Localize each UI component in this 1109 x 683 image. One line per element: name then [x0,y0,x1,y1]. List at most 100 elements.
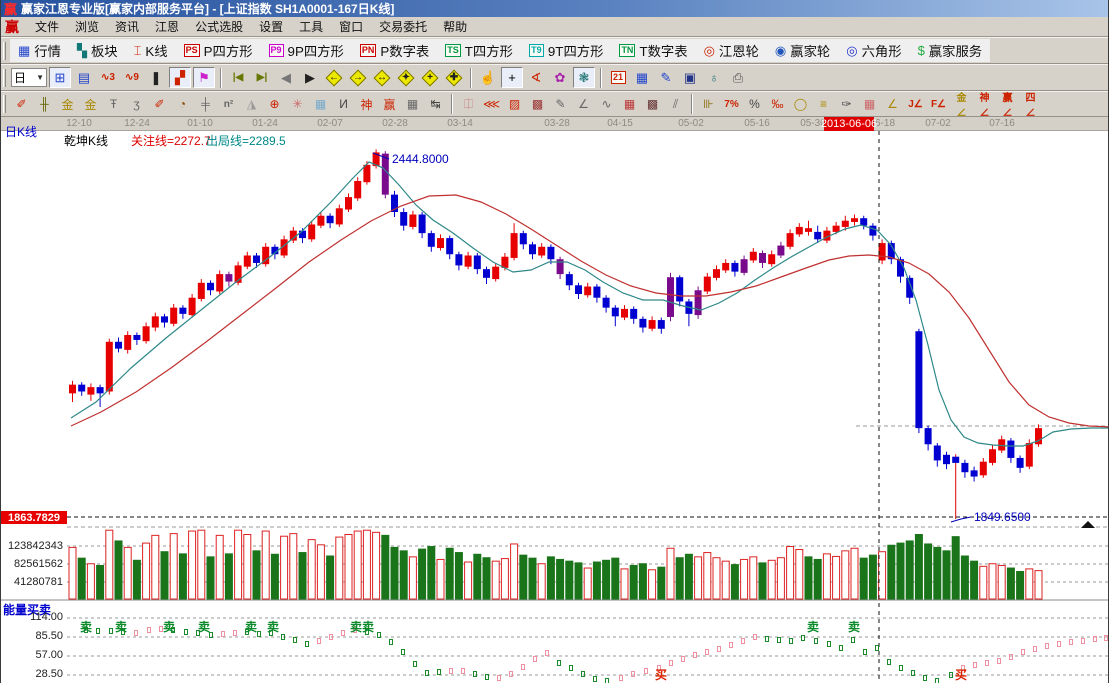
percent7-tool[interactable]: 7% [721,94,742,114]
k-mark-tool[interactable]: И [333,94,354,114]
prev-page-button[interactable]: ◀ [275,67,297,88]
mini-chart3-button[interactable]: ∿3 [97,67,119,88]
tick-grid-tool[interactable]: ╪ [195,94,216,114]
menu-浏览[interactable]: 浏览 [67,18,107,36]
diamond-plus-button[interactable]: + [419,67,441,88]
goto-first-button[interactable]: |◀ [227,67,249,88]
notepad-button[interactable]: ✎ [655,67,677,88]
n2-grid-tool[interactable]: n² [218,94,239,114]
menu-窗口[interactable]: 窗口 [331,18,371,36]
toolbar-grip[interactable] [3,68,6,87]
span-arrow-tool[interactable]: ↹ [425,94,446,114]
scale-chart-tool[interactable]: ⊪ [698,94,719,114]
kline-chart-canvas[interactable]: 卖卖卖卖卖卖卖卖卖卖买 买2444.80001849.6500 [1,131,1109,683]
gold-circle-tool[interactable]: ◯ [790,94,811,114]
grid-123-tool[interactable]: ▦ [402,94,423,114]
k-pattern-button[interactable]: ▞ [169,67,191,88]
time-circle-tool[interactable]: ◔ [172,94,193,114]
toolbar-grip[interactable] [3,95,6,113]
gold2-angle-tool[interactable]: 金∠ [951,93,972,119]
web-button[interactable]: ♁ [703,67,725,88]
gann-wheel-button[interactable]: ◎ 江恩轮 [695,39,767,62]
gold-lines-tool[interactable]: ≡ [813,94,834,114]
gold-grid-tool[interactable]: 金 [57,94,78,114]
gold-grid2-tool[interactable]: 金 [80,94,101,114]
winner-wheel-button[interactable]: ◉ 赢家轮 [766,39,839,62]
candle-style-button[interactable]: ❚ [145,67,167,88]
mini-chart9-button[interactable]: ∿9 [121,67,143,88]
chart-area[interactable]: 卖卖卖卖卖卖卖卖卖卖买买 2444.8000 1849.6500 日K线 乾坤K线 … [1,125,1109,683]
angle-line-tool[interactable]: ∠ [573,94,594,114]
menu-帮助[interactable]: 帮助 [435,18,475,36]
percent-tool[interactable]: % [744,94,765,114]
menu-工具[interactable]: 工具 [291,18,331,36]
angle-flag-tool[interactable]: ◮ [241,94,262,114]
draw-pen-tool[interactable]: ✐ [11,94,32,114]
an-grid-tool[interactable]: ▦ [859,94,880,114]
fan-box-tool[interactable]: ▨ [504,94,525,114]
f-angle-tool[interactable]: F∠ [928,94,949,114]
diamond-left-button[interactable]: ← [323,67,345,88]
grid-star-tool[interactable]: ▦ [310,94,331,114]
hand-tool-button[interactable]: ☝ [477,67,499,88]
f-grid-tool[interactable]: Ŧ [103,94,124,114]
ying-grid-tool[interactable]: 赢 [379,94,400,114]
menu-公式选股[interactable]: 公式选股 [187,18,251,36]
gann-flower-button[interactable]: ✿ [549,67,571,88]
price-grid-tool[interactable]: ╫ [34,94,55,114]
save-button[interactable]: ▣ [679,67,701,88]
menu-江恩[interactable]: 江恩 [147,18,187,36]
f10-info-button[interactable]: ▤ [73,67,95,88]
wave-tool[interactable]: ∿ [596,94,617,114]
dark-grid-tool[interactable]: ▩ [642,94,663,114]
shen-grid-tool[interactable]: 神 [356,94,377,114]
compass-tool[interactable]: ⊕ [264,94,285,114]
sector-button[interactable]: ▚ 板块 [68,39,126,62]
diamond-hmove-button[interactable]: ↔ [371,67,393,88]
si-angle-tool[interactable]: 四∠ [1020,93,1041,119]
hexagon-button[interactable]: ◎ 六角形 [838,39,910,62]
fan-lines-tool[interactable]: ⋘ [481,94,502,114]
percent-lines-tool[interactable]: ‰ [767,94,788,114]
quote-button[interactable]: ▦ 行情 [10,39,69,62]
ts-square-button[interactable]: TS T四方形 [437,39,521,62]
calendar-button[interactable]: 21 [607,67,629,88]
ying-angle-tool[interactable]: 赢∠ [997,93,1018,119]
brain-button[interactable]: ❃ [573,67,595,88]
diamond-star-button[interactable]: ✦ [395,67,417,88]
pen-flag-tool[interactable]: ✑ [836,94,857,114]
j-angle-tool[interactable]: J∠ [905,94,926,114]
multi-window-button[interactable]: ⊞ [49,67,71,88]
next-page-button[interactable]: ▶ [299,67,321,88]
kline-button[interactable]: ⌶ K线 [125,39,176,62]
menu-文件[interactable]: 文件 [27,18,67,36]
parallel-tool[interactable]: ⫽ [665,94,686,114]
ps-square-button[interactable]: PS P四方形 [175,39,261,62]
p9-square-button[interactable]: P9 9P四方形 [260,39,352,62]
gold-angle-tool[interactable]: ∠ [882,94,903,114]
goto-last-button[interactable]: ▶| [251,67,273,88]
angle-measure-button[interactable]: ∢ [525,67,547,88]
shen-angle-tool[interactable]: 神∠ [974,93,995,119]
flag-button[interactable]: ⚑ [193,67,215,88]
star-ray-tool[interactable]: ✳ [287,94,308,114]
spiral-grid-tool[interactable]: ʒ [126,94,147,114]
t9-square-button[interactable]: T9 9T四方形 [520,39,612,62]
pencil-angle-tool[interactable]: ✎ [550,94,571,114]
tn-table-button[interactable]: TN T数字表 [611,39,696,62]
menu-交易委托[interactable]: 交易委托 [371,18,435,36]
scroll-arrow-icon[interactable] [1081,521,1095,528]
period-day-combo[interactable]: 日 ▼ [11,68,47,87]
diamond-right-button[interactable]: → [347,67,369,88]
menu-资讯[interactable]: 资讯 [107,18,147,36]
menu-设置[interactable]: 设置 [251,18,291,36]
calculator-button[interactable]: ▦ [631,67,653,88]
diamond-cross-button[interactable]: ✚ [443,67,465,88]
printer-button[interactable]: ⎙ [727,67,749,88]
window-box-tool[interactable]: ⎅ [458,94,479,114]
toolbar-grip[interactable] [3,41,6,60]
crosshair-button[interactable]: + [501,67,523,88]
service-button[interactable]: $ 赢家服务 [909,39,991,62]
hatch-box-tool[interactable]: ▩ [527,94,548,114]
rocket-tool[interactable]: ✐ [149,94,170,114]
